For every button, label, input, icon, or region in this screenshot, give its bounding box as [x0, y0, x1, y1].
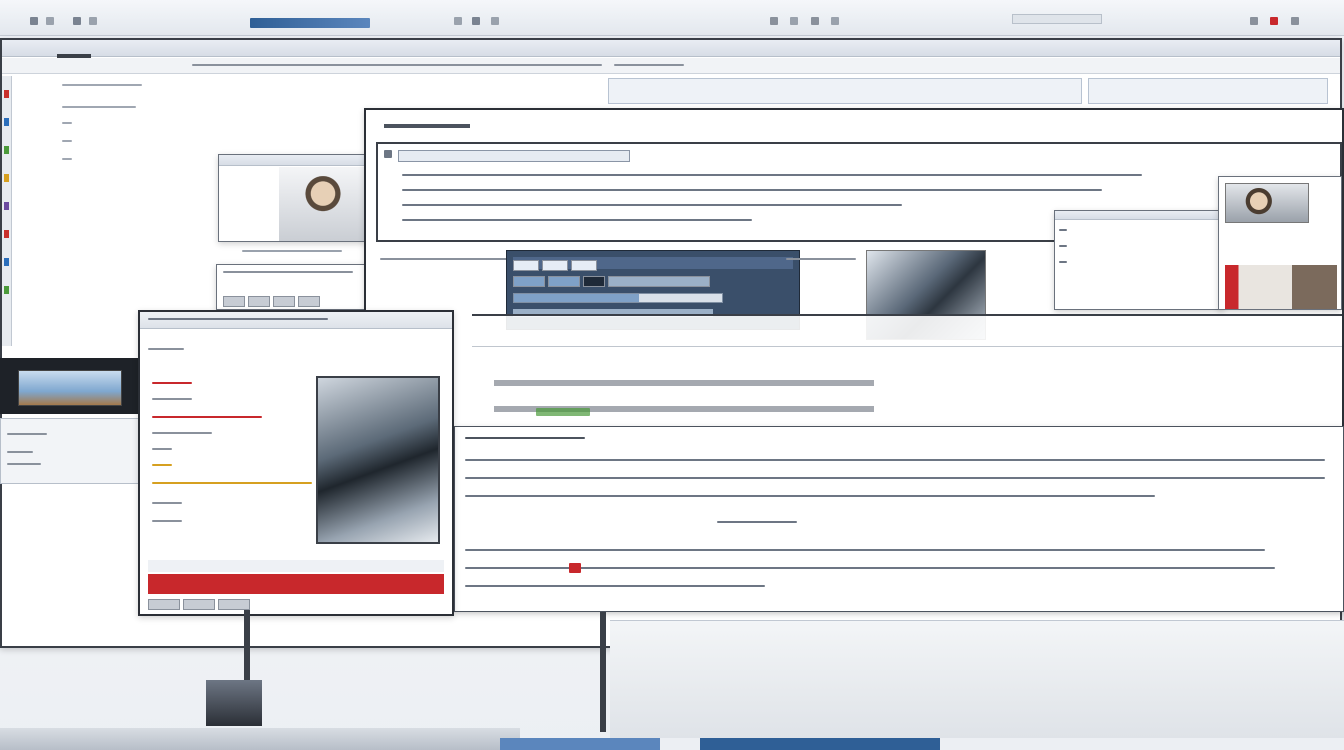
bottom-taskbar-1 — [500, 738, 660, 750]
text-line-placeholder — [465, 477, 1325, 479]
top-toolbar — [0, 0, 1344, 36]
editor-titlebar — [140, 312, 452, 329]
text-line-placeholder — [402, 219, 752, 221]
toolbar-right-icons — [770, 12, 840, 30]
headline-frame — [472, 314, 1342, 444]
forward-icon[interactable] — [46, 16, 55, 25]
media-timeline[interactable] — [513, 293, 723, 303]
toolbar-mid-icons — [454, 12, 499, 30]
sidebar-item[interactable] — [4, 90, 9, 98]
back-icon[interactable] — [30, 16, 38, 25]
embedded-toolbar-window — [216, 264, 368, 310]
monitor-stand-mid — [600, 612, 606, 732]
sidebar-item[interactable] — [4, 118, 9, 126]
embedded-profile-window — [218, 154, 366, 242]
sidebar-item[interactable] — [4, 286, 9, 294]
text-line-placeholder — [402, 204, 902, 206]
foreground-editor-window — [138, 310, 454, 616]
bottom-taskbar-2 — [700, 738, 940, 750]
toolbar-left-icons — [30, 12, 98, 30]
background-window-titlebar — [2, 40, 1340, 57]
text-line-placeholder — [465, 549, 1265, 551]
media-toolbar — [513, 257, 793, 272]
text-line-placeholder — [465, 567, 1275, 569]
bottom-desk-curve — [610, 620, 1344, 738]
home-icon[interactable] — [72, 16, 81, 25]
side-caption-bar — [786, 258, 856, 260]
sidebar-item[interactable] — [4, 202, 9, 210]
address-bar[interactable] — [250, 18, 370, 28]
sidebar-item[interactable] — [4, 258, 9, 266]
bottom-desk-left — [0, 728, 520, 750]
editor-preview-image[interactable] — [316, 376, 440, 544]
background-window-menubar — [2, 58, 1340, 74]
monitor-stand-base — [206, 680, 262, 726]
settings-icon[interactable] — [831, 16, 840, 25]
tab-icon[interactable] — [1250, 16, 1258, 25]
folder-icon[interactable] — [454, 16, 462, 25]
centered-caption-bar — [717, 521, 797, 523]
page-icon[interactable] — [89, 16, 98, 25]
text-line-placeholder — [465, 585, 765, 587]
left-info-panel — [0, 418, 140, 484]
film-strip — [0, 358, 140, 414]
link-icon — [384, 150, 392, 158]
refresh-icon[interactable] — [770, 16, 778, 25]
right-profile-photo — [1225, 183, 1309, 223]
editor-list — [148, 342, 312, 542]
filmstrip-thumbnail[interactable] — [18, 370, 122, 406]
profile-caption — [242, 246, 362, 260]
editor-status-bar — [148, 560, 444, 572]
text-line-placeholder — [402, 174, 1142, 176]
alert-icon[interactable] — [1270, 16, 1279, 25]
media-controls — [513, 273, 793, 288]
mail-icon[interactable] — [472, 16, 481, 25]
sidebar-item[interactable] — [4, 230, 9, 238]
sidebar-item[interactable] — [4, 174, 9, 182]
caption-line-bar — [380, 258, 510, 260]
toolbar-far-right — [1012, 14, 1102, 24]
search-box-right[interactable] — [1088, 78, 1328, 104]
profile-photo — [279, 167, 365, 241]
section-heading-bar — [384, 124, 470, 128]
toolbar-end-icons — [1250, 12, 1299, 30]
text-line-placeholder — [402, 189, 1102, 191]
editor-footer — [148, 596, 444, 611]
link-line[interactable] — [398, 150, 630, 162]
print-icon[interactable] — [490, 16, 499, 25]
headline-1-bar — [494, 380, 874, 386]
text-line-placeholder — [465, 459, 1325, 461]
subhead-bar — [465, 437, 585, 439]
right-profile-window — [1218, 176, 1342, 310]
right-profile-thumb[interactable] — [1225, 265, 1337, 309]
left-sidebar — [2, 76, 12, 346]
close-icon[interactable] — [1290, 16, 1299, 25]
editor-red-bar — [148, 574, 444, 594]
text-line-placeholder — [465, 495, 1155, 497]
sidebar-item[interactable] — [4, 146, 9, 154]
search-icon[interactable] — [790, 16, 799, 25]
headline-logo-icon — [536, 408, 590, 416]
article-body-window — [454, 426, 1344, 612]
inline-logo-icon — [569, 563, 581, 573]
search-box-left[interactable] — [608, 78, 1082, 104]
star-icon[interactable] — [810, 16, 819, 25]
right-preview-window — [1054, 210, 1224, 310]
